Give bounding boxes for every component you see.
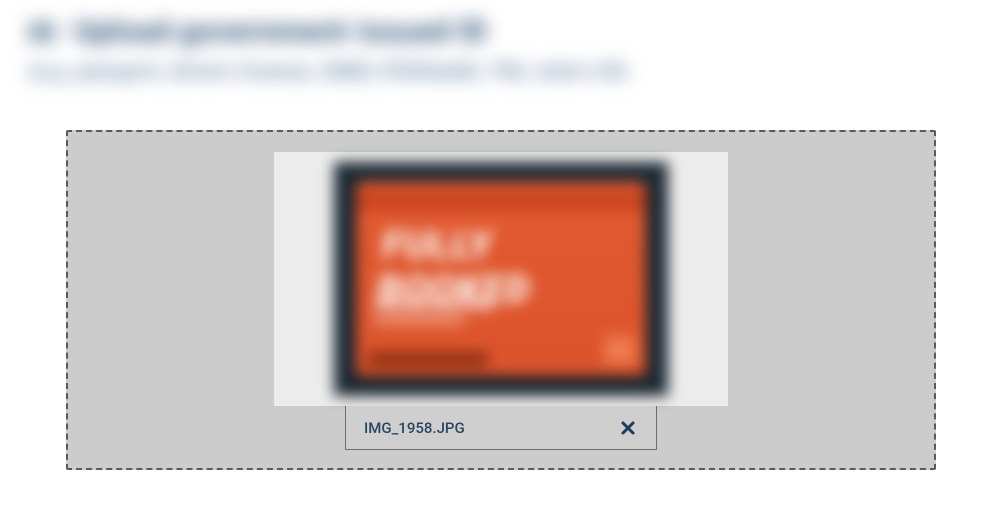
uploaded-file-preview: FULLY BOOKED	[274, 152, 728, 406]
section-title: Upload government-issued ID	[74, 14, 488, 49]
remove-file-button[interactable]	[618, 418, 638, 438]
uploaded-file-name: IMG_1958.JPG	[364, 419, 465, 437]
id-card-photo: FULLY BOOKED	[334, 162, 668, 396]
section-subtitle: (e.g. passport, driver's license, UMID, …	[28, 59, 628, 83]
close-icon	[621, 421, 635, 435]
uploaded-file-bar: IMG_1958.JPG	[345, 406, 657, 450]
card-preview-text: FULLY BOOKED	[375, 224, 650, 312]
section-header: Upload government-issued ID (e.g. passpo…	[28, 14, 628, 83]
file-dropzone[interactable]: FULLY BOOKED IMG_1958.JPG	[66, 130, 936, 470]
thumbnail-frame: FULLY BOOKED	[274, 152, 728, 406]
upload-id-section: Upload government-issued ID (e.g. passpo…	[0, 0, 998, 505]
section-badge	[28, 22, 56, 42]
